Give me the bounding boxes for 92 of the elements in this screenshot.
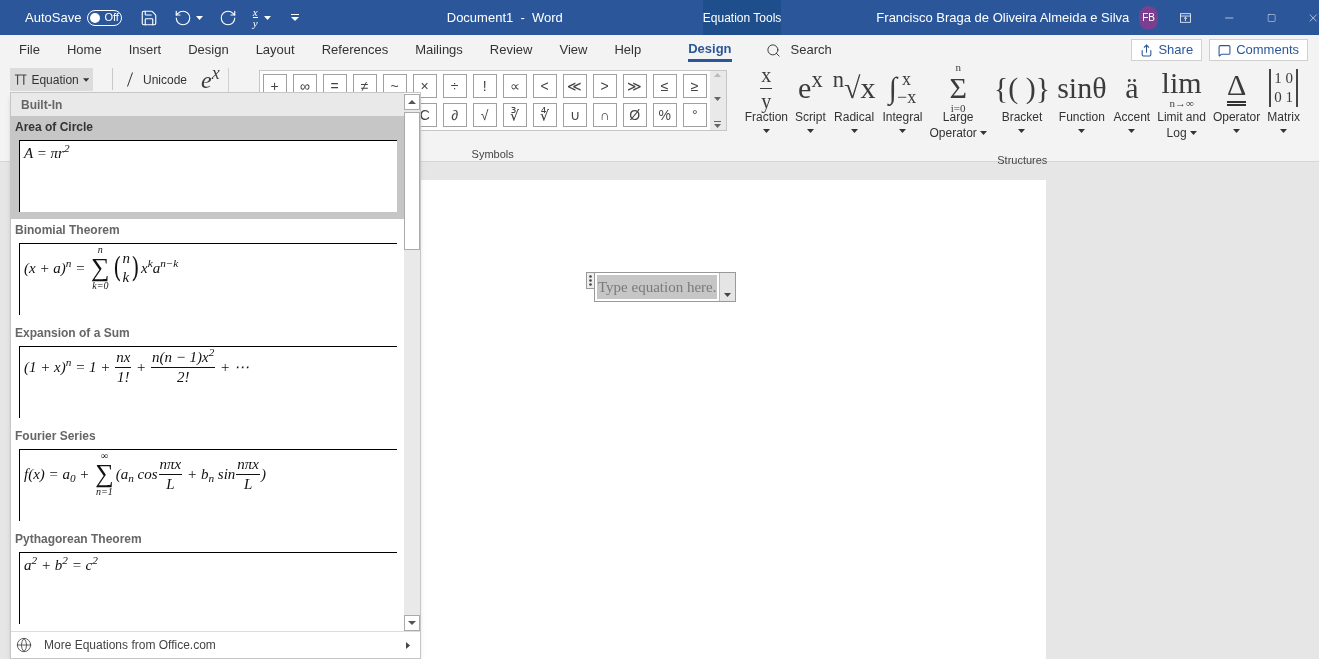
script-glyph: e$^{x}$ bbox=[201, 68, 220, 92]
ribbon-tab[interactable]: Design bbox=[188, 38, 229, 62]
symbol-button[interactable]: Ø bbox=[622, 103, 647, 127]
structure-button[interactable]: $^{n}$√x Radical bbox=[829, 67, 879, 149]
ribbon-tab[interactable]: Help bbox=[614, 38, 642, 62]
maximize-icon[interactable] bbox=[1267, 11, 1277, 24]
caret-icon bbox=[1280, 129, 1288, 133]
more-equations-link[interactable]: More Equations from Office.com bbox=[11, 631, 420, 658]
search-icon bbox=[765, 42, 781, 58]
caret-icon bbox=[1189, 131, 1197, 135]
symbol-button[interactable]: ≥ bbox=[682, 74, 707, 98]
symbol-button[interactable]: < bbox=[532, 74, 557, 98]
ribbon-tab[interactable]: Review bbox=[489, 38, 533, 62]
scroll-up-icon[interactable] bbox=[408, 100, 416, 104]
symbol-button[interactable]: ∂ bbox=[442, 103, 467, 127]
ribbon-tab[interactable]: Layout bbox=[255, 38, 295, 62]
symbol-button[interactable]: ∝ bbox=[502, 74, 527, 98]
comment-icon bbox=[1218, 43, 1232, 57]
group-label: Structures bbox=[997, 153, 1048, 168]
customize-toolbar-icon[interactable] bbox=[290, 14, 299, 21]
structure-button[interactable]: n Σ i=0 Large Operator bbox=[926, 67, 990, 149]
ribbon-tab[interactable]: References bbox=[321, 38, 389, 62]
ribbon-tab[interactable]: Design bbox=[688, 38, 732, 62]
slash-icon bbox=[127, 72, 133, 87]
autosave-label: AutoSave bbox=[25, 8, 82, 27]
symbol-button[interactable]: ∪ bbox=[562, 103, 587, 127]
ribbon-tab[interactable]: View bbox=[559, 38, 588, 62]
structure-button[interactable]: x y Fraction bbox=[741, 67, 792, 149]
structure-button[interactable]: sinθ Function bbox=[1054, 67, 1110, 149]
unicode-button[interactable]: Unicode bbox=[127, 68, 188, 91]
ribbon-tab[interactable]: Home bbox=[66, 38, 102, 62]
symbol-button[interactable]: ! bbox=[472, 74, 497, 98]
context-tab-title: Equation Tools bbox=[702, 0, 782, 35]
scrollbar[interactable] bbox=[404, 94, 420, 631]
caret-icon bbox=[850, 129, 858, 133]
caret-icon bbox=[1078, 129, 1086, 133]
equation-preview: a$^{2}$ + b$^{2}$ = c$^{2}$ bbox=[19, 552, 397, 624]
equation-button[interactable]: Equation bbox=[10, 68, 93, 91]
ribbon-tab[interactable]: File bbox=[19, 38, 40, 62]
caret-icon bbox=[806, 129, 814, 133]
fraction-quick-button[interactable]: x y bbox=[248, 7, 275, 28]
symbol-button[interactable]: ∩ bbox=[592, 103, 617, 127]
submenu-arrow-icon bbox=[406, 641, 410, 649]
pi-icon bbox=[14, 73, 28, 86]
symbol-button[interactable]: % bbox=[652, 103, 677, 127]
globe-icon bbox=[16, 637, 32, 653]
ribbon-tab[interactable]: Insert bbox=[128, 38, 162, 62]
user-avatar[interactable]: FB bbox=[1139, 5, 1158, 30]
group-label: Symbols bbox=[471, 147, 514, 162]
symbol-button[interactable]: ∜ bbox=[532, 103, 557, 127]
structure-button[interactable]: ä Accent bbox=[1110, 67, 1154, 149]
equation-preview: A = πr$^{2}$ bbox=[19, 140, 397, 212]
caret-icon bbox=[898, 129, 906, 133]
scroll-down-icon[interactable] bbox=[714, 97, 722, 101]
structure-button[interactable]: lim n→∞ Limit and Log bbox=[1154, 67, 1209, 149]
gallery-item[interactable]: Area of Circle A = πr$^{2}$ bbox=[11, 116, 404, 219]
symbol-button[interactable]: ° bbox=[682, 103, 707, 127]
gallery-header: Built-In bbox=[11, 93, 404, 116]
caret-icon bbox=[762, 129, 770, 133]
save-icon bbox=[139, 8, 158, 27]
symbol-button[interactable]: ≫ bbox=[622, 74, 647, 98]
undo-icon bbox=[173, 8, 192, 27]
caret-icon bbox=[195, 15, 203, 20]
caret-icon bbox=[979, 131, 987, 135]
symbol-button[interactable]: > bbox=[592, 74, 617, 98]
user-name: Francisco Braga de Oliveira Almeida e Silva bbox=[876, 8, 1130, 27]
ribbon-display-icon[interactable] bbox=[1179, 11, 1191, 24]
share-button[interactable]: Share bbox=[1131, 39, 1203, 61]
caret-icon bbox=[263, 15, 271, 20]
comments-button[interactable]: Comments bbox=[1209, 39, 1308, 61]
search-button[interactable]: Search bbox=[765, 40, 832, 60]
structure-button[interactable]: 1 0 0 1 Matrix bbox=[1264, 67, 1303, 149]
window-title: Document1 - Word bbox=[446, 8, 563, 27]
symbol-button[interactable]: ≤ bbox=[652, 74, 677, 98]
caret-icon bbox=[1018, 129, 1026, 133]
symbol-button[interactable]: ÷ bbox=[442, 74, 467, 98]
symbol-button[interactable]: ∛ bbox=[502, 103, 527, 127]
structure-button[interactable]: {( )} Bracket bbox=[990, 67, 1054, 149]
more-icon[interactable] bbox=[714, 121, 722, 128]
structure-button[interactable]: Δ Operator bbox=[1209, 67, 1264, 149]
ribbon-tab[interactable]: Mailings bbox=[415, 38, 463, 62]
symbol-button[interactable]: ≪ bbox=[562, 74, 587, 98]
structure-button[interactable]: e$^{x}$ Script bbox=[792, 67, 829, 149]
caret-icon bbox=[1128, 129, 1136, 133]
caret-icon bbox=[724, 293, 732, 297]
share-icon bbox=[1140, 43, 1154, 57]
scroll-down-icon[interactable] bbox=[408, 621, 416, 625]
scroll-thumb[interactable] bbox=[404, 112, 420, 250]
caret-icon bbox=[82, 77, 89, 82]
redo-icon bbox=[218, 8, 237, 27]
symbol-button[interactable]: √ bbox=[472, 103, 497, 127]
caret-icon bbox=[1233, 129, 1241, 133]
